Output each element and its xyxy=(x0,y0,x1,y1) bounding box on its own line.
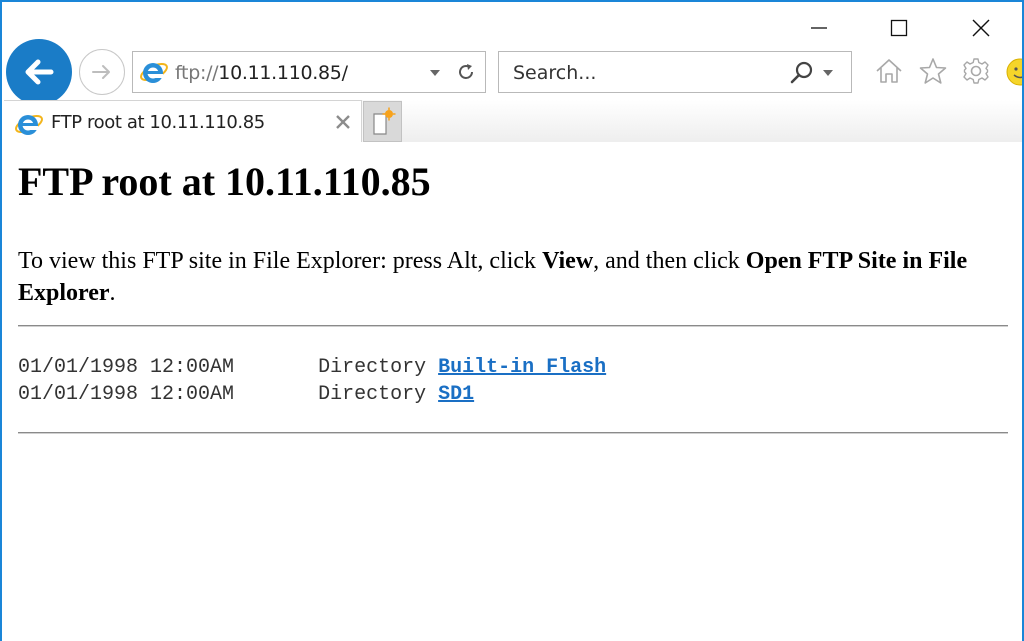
listing-row: 01/01/1998 12:00AM Directory SD1 xyxy=(18,381,1006,408)
favorites-button[interactable] xyxy=(917,55,949,87)
directory-listing: 01/01/1998 12:00AM Directory Built-in Fl… xyxy=(18,354,1006,408)
listing-type: Directory xyxy=(318,356,427,379)
address-url[interactable]: ftp://10.11.110.85/ xyxy=(175,62,348,84)
feedback-smiley-icon xyxy=(1006,58,1022,86)
page-content: FTP root at 10.11.110.85 To view this FT… xyxy=(18,142,1008,434)
instructions-view-label: View xyxy=(542,248,594,274)
tab-title: FTP root at 10.11.110.85 xyxy=(51,112,265,133)
directory-link-sd1[interactable]: SD1 xyxy=(438,383,474,406)
listing-row: 01/01/1998 12:00AM Directory Built-in Fl… xyxy=(18,354,1006,381)
tab-close-icon[interactable] xyxy=(333,112,353,132)
tab-strip-background xyxy=(402,100,1022,142)
feedback-button[interactable] xyxy=(1004,56,1022,88)
instructions-part-3: . xyxy=(109,280,116,306)
back-arrow-icon xyxy=(25,59,54,85)
close-window-button[interactable] xyxy=(961,12,1001,44)
refresh-icon[interactable] xyxy=(455,61,477,83)
forward-button[interactable] xyxy=(79,49,125,95)
divider-top xyxy=(18,325,1008,327)
back-button[interactable] xyxy=(6,39,72,105)
search-input[interactable]: Search... xyxy=(513,62,596,84)
search-icon[interactable] xyxy=(789,60,815,86)
search-box[interactable]: Search... xyxy=(498,51,852,93)
settings-button[interactable] xyxy=(960,55,992,87)
instructions-part-2: , and then click xyxy=(593,248,746,274)
minimize-icon xyxy=(811,27,827,29)
tab-strip: FTP root at 10.11.110.85 xyxy=(2,100,1022,142)
tab-ftp-root[interactable]: FTP root at 10.11.110.85 xyxy=(4,100,362,142)
instructions-part-1: To view this FTP site in File Explorer: … xyxy=(18,248,543,274)
address-dropdown-icon[interactable] xyxy=(429,69,441,77)
new-tab-button[interactable] xyxy=(363,101,402,142)
browser-window: ftp://10.11.110.85/ Search... FTP root a… xyxy=(0,0,1024,641)
home-button[interactable] xyxy=(873,55,905,87)
listing-date: 01/01/1998 12:00AM xyxy=(18,383,235,406)
divider-bottom xyxy=(18,432,1008,434)
listing-spacer xyxy=(234,356,318,379)
close-icon xyxy=(972,19,990,37)
maximize-icon xyxy=(890,19,908,37)
directory-link-built-in-flash[interactable]: Built-in Flash xyxy=(438,356,606,379)
listing-type: Directory xyxy=(318,383,427,406)
new-tab-icon xyxy=(372,107,395,135)
minimize-button[interactable] xyxy=(799,12,839,44)
instructions-text: To view this FTP site in File Explorer: … xyxy=(18,245,1006,309)
favorites-star-icon xyxy=(919,58,947,84)
address-host: 10.11.110.85/ xyxy=(218,62,348,84)
home-icon xyxy=(876,59,902,83)
maximize-button[interactable] xyxy=(879,12,919,44)
page-title: FTP root at 10.11.110.85 xyxy=(18,159,431,204)
address-protocol: ftp:// xyxy=(175,62,219,84)
settings-gear-icon xyxy=(963,58,989,84)
search-dropdown-icon[interactable] xyxy=(822,69,834,77)
ie-logo-icon xyxy=(140,62,168,83)
listing-spacer xyxy=(234,383,318,406)
forward-arrow-icon xyxy=(92,65,110,79)
address-bar[interactable]: ftp://10.11.110.85/ xyxy=(132,51,486,93)
listing-date: 01/01/1998 12:00AM xyxy=(18,356,235,379)
tab-favicon-icon xyxy=(15,114,43,135)
